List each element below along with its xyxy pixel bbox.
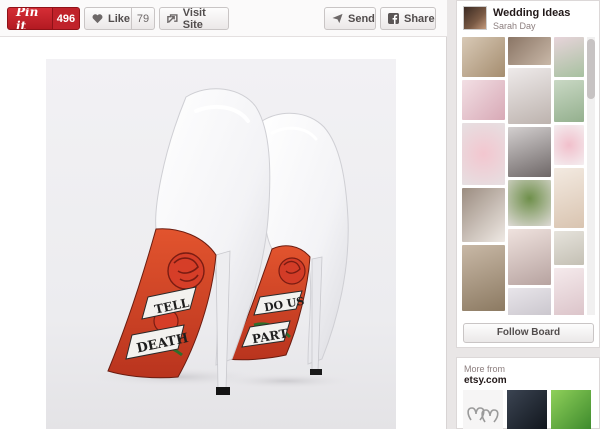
board-thumb[interactable]: [554, 37, 584, 77]
board-thumb[interactable]: [462, 80, 505, 120]
thumb-column-2: [508, 37, 551, 315]
board-thumb[interactable]: [508, 127, 551, 177]
pin-card: Pin it 496 Like 79 Visit Site Send Share: [0, 0, 447, 429]
board-thumb[interactable]: [462, 123, 505, 185]
more-thumb[interactable]: [551, 390, 591, 429]
share-label: Share: [404, 12, 435, 25]
more-thumb[interactable]: [463, 390, 503, 429]
send-icon: [332, 13, 343, 24]
board-thumb[interactable]: [554, 168, 584, 228]
facebook-icon: [388, 13, 399, 24]
visit-site-icon: [167, 14, 178, 23]
pin-it-button[interactable]: Pin it 496: [7, 7, 80, 30]
board-user[interactable]: Sarah Day: [493, 21, 536, 31]
pin-it-label: Pin it: [16, 7, 39, 30]
more-from-panel: More from etsy.com: [456, 357, 600, 429]
board-thumb[interactable]: [508, 288, 551, 315]
board-thumb[interactable]: [462, 245, 505, 311]
board-panel: Wedding Ideas Sarah Day Follow Board: [456, 0, 600, 348]
board-title[interactable]: Wedding Ideas: [493, 7, 570, 19]
visit-site-button[interactable]: Visit Site: [159, 6, 229, 31]
like-label-wrap: Like: [85, 8, 132, 29]
like-button[interactable]: Like 79: [84, 7, 155, 30]
share-button[interactable]: Share: [380, 7, 436, 30]
board-thumb[interactable]: [508, 37, 551, 65]
thumb-column-3: [554, 37, 584, 315]
board-thumb[interactable]: [554, 80, 584, 122]
scrollbar-thumb[interactable]: [587, 39, 595, 99]
board-thumb[interactable]: [508, 180, 551, 226]
board-thumb[interactable]: [554, 268, 584, 315]
more-from-label: More from: [464, 364, 506, 374]
thumb-column-1: [462, 37, 505, 314]
board-header[interactable]: Wedding Ideas Sarah Day: [457, 1, 599, 36]
send-button[interactable]: Send: [324, 7, 376, 30]
board-thumbnails: [462, 37, 586, 315]
pin-count: 496: [51, 8, 79, 29]
follow-board-button[interactable]: Follow Board: [463, 323, 594, 343]
board-thumb[interactable]: [462, 37, 505, 77]
board-thumb[interactable]: [462, 188, 505, 242]
board-thumb[interactable]: [554, 125, 584, 165]
board-thumb[interactable]: [508, 229, 551, 285]
like-label: Like: [108, 12, 131, 25]
high-heels-illustration: DO US PART TELL DEATH: [86, 88, 356, 395]
pin-toolbar: Pin it 496 Like 79 Visit Site Send Share: [0, 0, 447, 37]
more-from-source[interactable]: etsy.com: [464, 375, 507, 386]
avatar[interactable]: [463, 6, 487, 30]
heart-icon: [92, 14, 103, 24]
pin-image[interactable]: DO US PART TELL DEATH: [46, 59, 396, 429]
visit-site-label: Visit Site: [182, 6, 206, 31]
heart-hooks-icon: [467, 407, 499, 423]
board-scrollbar[interactable]: [587, 37, 595, 315]
board-thumb[interactable]: [508, 68, 551, 124]
board-thumb[interactable]: [554, 231, 584, 265]
more-thumb[interactable]: [507, 390, 547, 429]
like-count: 79: [136, 12, 150, 25]
send-label: Send: [348, 12, 375, 25]
